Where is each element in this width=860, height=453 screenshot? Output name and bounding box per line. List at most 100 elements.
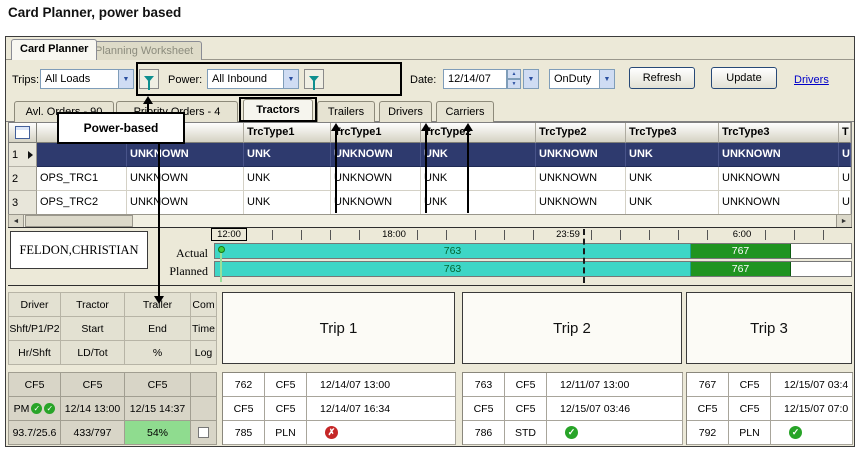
grid-cell[interactable]: UNK — [244, 143, 331, 167]
tab-card-planner[interactable]: Card Planner — [11, 39, 97, 60]
card-cell: 12/15 14:37 — [125, 397, 191, 421]
tab-drivers[interactable]: Drivers — [379, 101, 432, 122]
arrow-up-icon — [421, 123, 431, 131]
grid-cell[interactable]: UNKNOWN — [719, 143, 839, 167]
grid-cell[interactable]: UNKNOWN — [331, 143, 421, 167]
grid-header-cell[interactable]: TrcType2 — [536, 123, 626, 143]
grid-header-cell[interactable]: TrcType3 — [719, 123, 839, 143]
refresh-button[interactable]: Refresh — [629, 67, 695, 89]
grid-select-all-button[interactable] — [9, 123, 37, 143]
tab-trailers[interactable]: Trailers — [317, 101, 375, 122]
grid-cell[interactable]: UNKNOWN — [536, 143, 626, 167]
ruler-tick-label: 23:59 — [548, 228, 588, 241]
trips-combo[interactable]: All Loads — [40, 69, 134, 89]
grid-cell[interactable] — [37, 143, 127, 167]
tab-carriers[interactable]: Carriers — [436, 101, 494, 122]
log-checkbox[interactable] — [198, 427, 209, 438]
trip-3-header[interactable]: Trip 3 — [686, 292, 852, 364]
ruler-tick-label: 12:00 — [211, 228, 247, 241]
grid-cell[interactable]: UNK — [244, 167, 331, 191]
grid-header-cell[interactable]: TrcType2 — [421, 123, 536, 143]
planned-trip-bar[interactable]: 767 — [691, 262, 791, 276]
label-cell: Shft/P1/P2 — [9, 317, 61, 341]
current-row-icon — [28, 151, 33, 159]
grid-cell[interactable]: UN — [839, 191, 851, 215]
scroll-right-icon[interactable] — [836, 215, 851, 227]
grid-cell[interactable]: OPS_TRC1 — [37, 167, 127, 191]
grid-cell[interactable]: UNK — [626, 167, 719, 191]
date-spinner[interactable] — [507, 69, 521, 89]
grid-cell[interactable]: UNK — [421, 191, 536, 215]
ruler-tick-label: 6:00 — [724, 228, 760, 241]
grid-header-cell[interactable]: TrcType1 — [331, 123, 421, 143]
card-cell: 12/11/07 13:00 — [547, 373, 683, 397]
grid-header-cell[interactable]: TrcType1 — [244, 123, 331, 143]
update-button[interactable]: Update — [711, 67, 777, 89]
arrow-down-icon — [154, 296, 164, 304]
card-cell: 12/15/07 03:4 — [771, 373, 853, 397]
label-cell: Driver — [9, 293, 61, 317]
spin-up-icon[interactable] — [507, 69, 521, 79]
grid-cell[interactable]: OPS_TRC2 — [37, 191, 127, 215]
scrollbar-thumb[interactable] — [25, 215, 133, 227]
grid-cell[interactable]: UNK — [626, 143, 719, 167]
date-dropdown-button[interactable] — [523, 69, 539, 89]
trip-1-card[interactable]: 762 CF5 12/14/07 13:00 CF5 CF5 12/14/07 … — [222, 372, 456, 445]
grid-cell[interactable]: UNKNOWN — [536, 167, 626, 191]
grid-cell[interactable]: UNK — [626, 191, 719, 215]
trips-combo-value: All Loads — [41, 73, 118, 85]
chevron-down-icon[interactable] — [599, 70, 614, 88]
grid-cell[interactable]: UNKNOWN — [127, 191, 244, 215]
grid-cell[interactable]: UNKNOWN — [719, 191, 839, 215]
status-cell — [547, 421, 683, 445]
grid-cell[interactable]: UNKNOWN — [331, 167, 421, 191]
ok-status-icon — [565, 426, 578, 439]
grid-horizontal-scrollbar[interactable] — [8, 214, 852, 228]
trip-2-card[interactable]: 763 CF5 12/11/07 13:00 CF5 CF5 12/15/07 … — [462, 372, 683, 445]
grid-cell[interactable]: UNKNOWN — [719, 167, 839, 191]
chevron-down-icon[interactable] — [118, 70, 133, 88]
actual-trip-bar[interactable]: 767 — [691, 244, 791, 258]
grid-cell[interactable]: UNKNOWN — [536, 191, 626, 215]
card-cell: 12/14 13:00 — [61, 397, 125, 421]
grid-cell[interactable]: UNKNOWN — [127, 143, 244, 167]
driver-card[interactable]: CF5 CF5 CF5 PM 12/14 13:00 12/15 14:37 9… — [8, 372, 217, 445]
row-number-cell[interactable]: 1 — [9, 143, 37, 167]
drivers-link[interactable]: Drivers — [794, 74, 829, 86]
planned-timeline-track: 763 767 — [214, 261, 852, 277]
trip-1-header[interactable]: Trip 1 — [222, 292, 455, 364]
date-field[interactable]: 12/14/07 — [443, 69, 507, 89]
arrow-up-icon — [463, 123, 473, 131]
card-cell: 785 — [223, 421, 265, 445]
grid-cell[interactable]: UNK — [421, 143, 536, 167]
arrow-line — [158, 144, 160, 296]
tab-planning-worksheet[interactable]: Planning Worksheet — [86, 41, 202, 60]
grid-header-cell[interactable]: T — [839, 123, 851, 143]
grid-cell[interactable]: U — [839, 143, 851, 167]
grid-cell[interactable]: UN — [839, 167, 851, 191]
planned-trip-bar[interactable]: 763 — [215, 262, 691, 276]
arrow-line — [467, 131, 469, 213]
duty-combo[interactable]: OnDuty — [549, 69, 615, 89]
grid-cell[interactable]: UNK — [244, 191, 331, 215]
check-icon — [44, 403, 55, 414]
scroll-left-icon[interactable] — [9, 215, 24, 227]
actual-trip-bar[interactable]: 763 — [215, 244, 691, 258]
driver-name-box: FELDON,CHRISTIAN — [10, 231, 148, 269]
row-number: 2 — [12, 173, 18, 185]
label-cell: LD/Tot — [61, 341, 125, 365]
spin-down-icon[interactable] — [507, 79, 521, 89]
trip-2-header[interactable]: Trip 2 — [462, 292, 682, 364]
label-cell: Time — [191, 317, 217, 341]
row-number-cell[interactable]: 3 — [9, 191, 37, 215]
grid-cell[interactable]: UNK — [421, 167, 536, 191]
arrow-line — [147, 104, 149, 112]
error-status-icon — [325, 426, 338, 439]
trip-3-card[interactable]: 767 CF5 12/15/07 03:4 CF5 CF5 12/15/07 0… — [686, 372, 853, 445]
grid-cell[interactable]: UNKNOWN — [331, 191, 421, 215]
row-number-cell[interactable]: 2 — [9, 167, 37, 191]
card-cell: CF5 — [61, 373, 125, 397]
grid-header-cell[interactable]: TrcType3 — [626, 123, 719, 143]
label-cell: End — [125, 317, 191, 341]
grid-cell[interactable]: UNKNOWN — [127, 167, 244, 191]
